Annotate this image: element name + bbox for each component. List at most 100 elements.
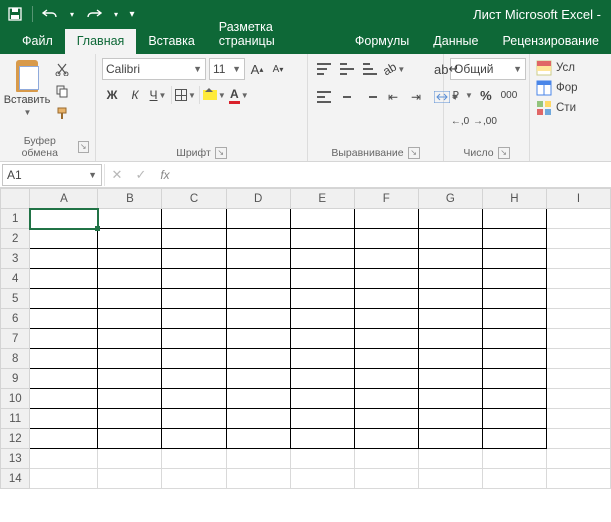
row-header[interactable]: 7 [1,329,30,349]
row-header[interactable]: 2 [1,229,30,249]
cell[interactable] [482,449,546,469]
cell-styles-button[interactable]: Сти [536,100,605,116]
cell[interactable] [226,329,290,349]
cell[interactable] [354,229,418,249]
name-box[interactable]: A1 ▼ [2,164,102,186]
cell[interactable] [162,249,226,269]
cell[interactable] [30,409,98,429]
cell[interactable] [418,249,482,269]
undo-icon[interactable] [39,3,61,25]
cell[interactable] [162,349,226,369]
cell[interactable] [162,269,226,289]
cell[interactable] [98,269,162,289]
cell[interactable] [226,369,290,389]
dialog-launcher-icon[interactable]: ↘ [215,147,227,159]
copy-icon[interactable] [52,82,72,100]
cell[interactable] [482,429,546,449]
tab-formulas[interactable]: Формулы [343,29,421,54]
cell[interactable] [547,269,611,289]
cell[interactable] [98,369,162,389]
align-middle-icon[interactable] [337,58,357,80]
cell[interactable] [482,329,546,349]
cell[interactable] [482,289,546,309]
conditional-formatting-button[interactable]: Усл [536,60,605,76]
cut-icon[interactable] [52,60,72,78]
cell[interactable] [226,269,290,289]
tab-review[interactable]: Рецензирование [490,29,611,54]
redo-icon[interactable] [83,3,105,25]
row-header[interactable]: 14 [1,469,30,489]
cell[interactable] [290,389,354,409]
cell[interactable] [354,289,418,309]
cell[interactable] [354,389,418,409]
cell[interactable] [418,209,482,229]
column-header[interactable]: H [482,189,546,209]
qat-customize-icon[interactable]: ▾ [127,3,137,25]
cell[interactable] [290,369,354,389]
align-center-icon[interactable] [337,86,357,108]
cell[interactable] [482,209,546,229]
cell[interactable] [418,289,482,309]
italic-button[interactable]: К [125,84,145,106]
cell[interactable] [547,429,611,449]
font-color-button[interactable]: A▼ [229,84,249,106]
cell[interactable] [354,429,418,449]
underline-button[interactable]: Ч▼ [148,84,168,106]
cell[interactable] [354,309,418,329]
cell[interactable] [290,469,354,489]
row-header[interactable]: 12 [1,429,30,449]
column-header[interactable]: D [226,189,290,209]
cell[interactable] [418,329,482,349]
fx-icon[interactable]: fx [153,164,177,186]
cell[interactable] [162,369,226,389]
cell[interactable] [30,429,98,449]
cell[interactable] [30,329,98,349]
tab-home[interactable]: Главная [65,29,137,54]
cell[interactable] [30,469,98,489]
cell[interactable] [418,389,482,409]
row-header[interactable]: 8 [1,349,30,369]
decrease-font-icon[interactable]: A▾ [269,58,287,80]
row-header[interactable]: 9 [1,369,30,389]
row-header[interactable]: 5 [1,289,30,309]
cell[interactable] [98,429,162,449]
cell[interactable] [226,229,290,249]
cell[interactable] [418,229,482,249]
cell[interactable] [226,289,290,309]
cell[interactable] [98,309,162,329]
borders-button[interactable]: ▼ [175,84,196,106]
cell[interactable] [30,449,98,469]
cell[interactable] [482,269,546,289]
cell[interactable] [290,309,354,329]
percent-format-icon[interactable]: % [476,84,496,106]
cell[interactable] [30,229,98,249]
row-header[interactable]: 3 [1,249,30,269]
cell[interactable] [162,389,226,409]
cell[interactable] [547,409,611,429]
cell[interactable] [162,229,226,249]
cell[interactable] [418,469,482,489]
tab-file[interactable]: Файл [10,29,65,54]
paste-button[interactable]: Вставить ▼ [6,58,48,122]
cell[interactable] [162,449,226,469]
cell[interactable] [547,349,611,369]
align-top-icon[interactable] [314,58,334,80]
increase-indent-icon[interactable]: ⇥ [406,86,426,108]
cell[interactable] [98,229,162,249]
cell[interactable] [418,409,482,429]
cell[interactable] [354,449,418,469]
cell[interactable] [354,269,418,289]
increase-font-icon[interactable]: A▴ [248,58,266,80]
cell[interactable] [290,409,354,429]
font-name-combo[interactable]: Calibri ▼ [102,58,206,80]
column-header[interactable]: E [290,189,354,209]
cell[interactable] [162,289,226,309]
cell[interactable] [98,409,162,429]
cell[interactable] [354,369,418,389]
decrease-decimal-icon[interactable]: →,00 [473,110,497,132]
row-header[interactable]: 1 [1,209,30,229]
cell[interactable] [354,349,418,369]
row-header[interactable]: 4 [1,269,30,289]
column-header[interactable]: I [547,189,611,209]
fill-color-button[interactable]: ▼ [203,84,226,106]
